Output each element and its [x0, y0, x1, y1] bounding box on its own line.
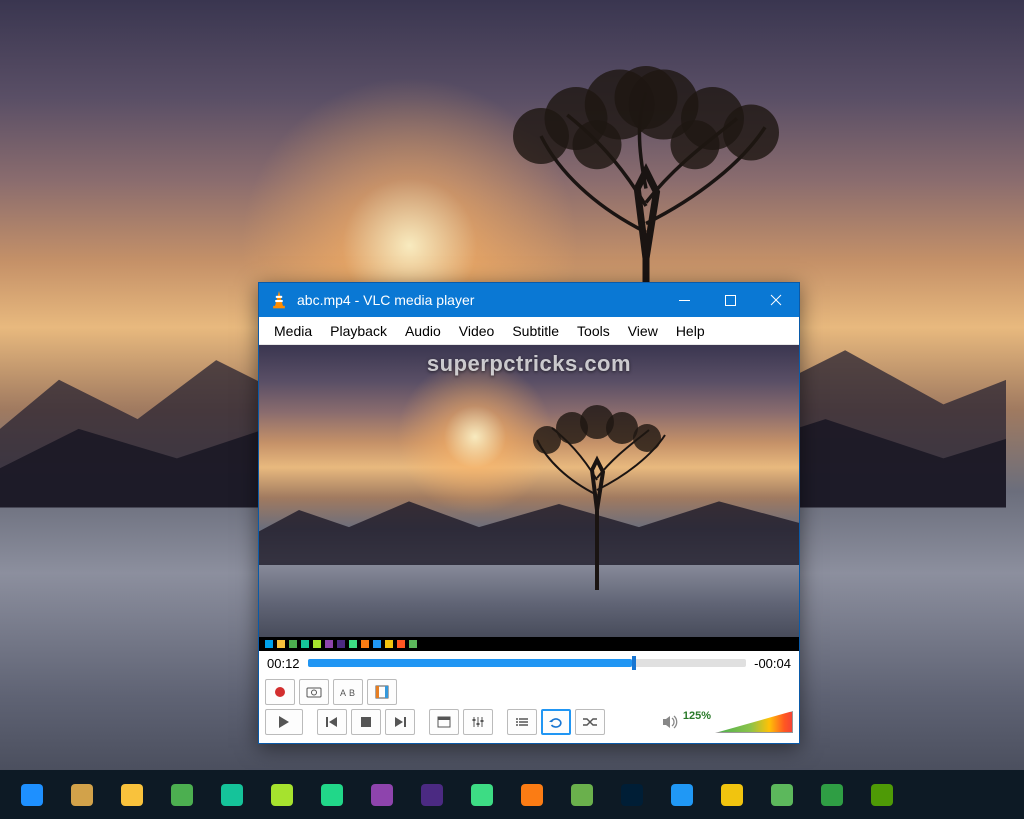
taskbar-map[interactable]	[718, 781, 746, 809]
shuffle-button[interactable]	[575, 709, 605, 735]
windows-taskbar[interactable]	[0, 770, 1024, 819]
menu-audio[interactable]: Audio	[396, 319, 450, 343]
next-button[interactable]	[385, 709, 415, 735]
taskbar-putty[interactable]	[68, 781, 96, 809]
taskbar-brackets[interactable]	[668, 781, 696, 809]
taskbar-chrome-canary[interactable]	[118, 781, 146, 809]
seek-knob[interactable]	[632, 656, 636, 670]
taskbar-chrome[interactable]	[168, 781, 196, 809]
speaker-icon[interactable]	[661, 714, 679, 730]
extended-settings-button[interactable]	[463, 709, 493, 735]
svg-text:A: A	[340, 688, 346, 698]
a-to-b-loop-button[interactable]: AB	[333, 679, 363, 705]
previous-button[interactable]	[317, 709, 347, 735]
vlc-cone-icon	[269, 290, 289, 310]
menu-playback[interactable]: Playback	[321, 319, 396, 343]
menu-media[interactable]: Media	[265, 319, 321, 343]
minimize-button[interactable]	[661, 283, 707, 317]
taskbar-camtasia2[interactable]	[868, 781, 896, 809]
taskbar-android-studio[interactable]	[468, 781, 496, 809]
seek-row: 00:12 -00:04	[259, 651, 799, 675]
controls: AB	[259, 675, 799, 743]
taskbar-photoshop[interactable]	[618, 781, 646, 809]
menu-view[interactable]: View	[619, 319, 667, 343]
taskbar-camtasia[interactable]	[768, 781, 796, 809]
taskbar-grammarly[interactable]	[218, 781, 246, 809]
close-button[interactable]	[753, 283, 799, 317]
video-embedded-taskbar	[259, 637, 799, 651]
menu-video[interactable]: Video	[450, 319, 504, 343]
loop-button[interactable]	[541, 709, 571, 735]
snapshot-button[interactable]	[299, 679, 329, 705]
video-area[interactable]: superpctricks.com	[259, 345, 799, 651]
menu-subtitle[interactable]: Subtitle	[503, 319, 568, 343]
taskbar-pycharm[interactable]	[318, 781, 346, 809]
record-button[interactable]	[265, 679, 295, 705]
taskbar-notepadpp[interactable]	[268, 781, 296, 809]
titlebar[interactable]: abc.mp4 - VLC media player	[259, 283, 799, 317]
watermark-text: superpctricks.com	[259, 351, 799, 377]
taskbar-earth[interactable]	[818, 781, 846, 809]
menu-bar: Media Playback Audio Video Subtitle Tool…	[259, 317, 799, 345]
taskbar-snip-tool[interactable]	[18, 781, 46, 809]
taskbar-visual-studio[interactable]	[368, 781, 396, 809]
window-title: abc.mp4 - VLC media player	[297, 292, 661, 308]
seek-slider[interactable]	[308, 659, 747, 667]
vlc-window: abc.mp4 - VLC media player Media Playbac…	[258, 282, 800, 744]
taskbar-jdownloader[interactable]	[568, 781, 596, 809]
frame-by-frame-button[interactable]	[367, 679, 397, 705]
time-remaining[interactable]: -00:04	[754, 656, 791, 671]
volume-percent: 125%	[683, 710, 711, 722]
fullscreen-button[interactable]	[429, 709, 459, 735]
taskbar-after-effects[interactable]	[418, 781, 446, 809]
taskbar-xampp[interactable]	[518, 781, 546, 809]
maximize-button[interactable]	[707, 283, 753, 317]
svg-text:B: B	[349, 688, 355, 698]
seek-fill	[308, 659, 633, 667]
menu-tools[interactable]: Tools	[568, 319, 619, 343]
volume-slider[interactable]	[715, 711, 793, 733]
stop-button[interactable]	[351, 709, 381, 735]
time-elapsed[interactable]: 00:12	[267, 656, 300, 671]
playlist-button[interactable]	[507, 709, 537, 735]
menu-help[interactable]: Help	[667, 319, 714, 343]
video-frame	[259, 345, 799, 651]
play-button[interactable]	[265, 709, 303, 735]
